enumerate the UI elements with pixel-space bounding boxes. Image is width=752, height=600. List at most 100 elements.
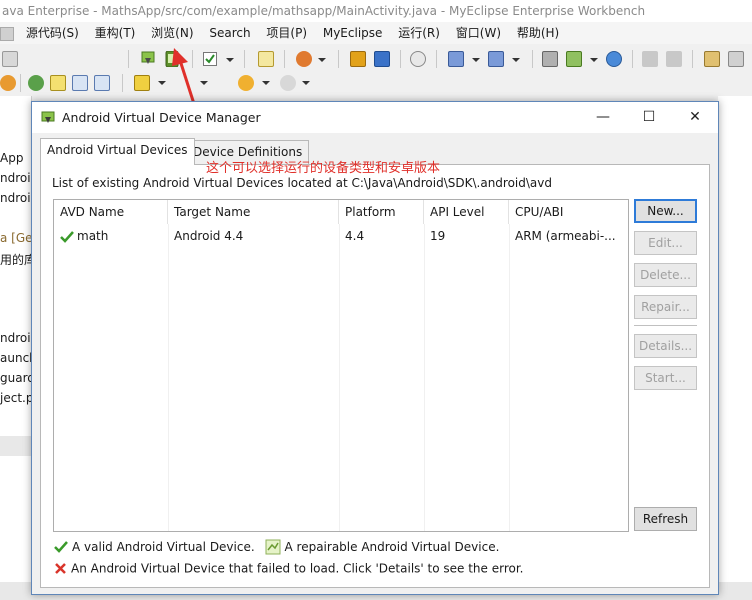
tree-item[interactable]: ject.p — [0, 391, 31, 405]
start-avd-button[interactable]: Start... — [634, 366, 697, 390]
tab-android-virtual-devices[interactable]: Android Virtual Devices — [40, 138, 195, 165]
cpu-abi-cell: ARM (armeabi-... — [515, 229, 616, 243]
debug-icon[interactable] — [0, 75, 16, 91]
menu-myeclipse[interactable]: MyEclipse — [317, 22, 389, 44]
deploy-icon[interactable] — [566, 51, 582, 67]
forward-arrow-icon[interactable] — [280, 75, 296, 91]
legend-valid: A valid Android Virtual Device. A repair… — [54, 539, 499, 555]
sdk-manager-icon[interactable] — [140, 51, 156, 67]
tree-item[interactable]: ndroidN — [0, 331, 31, 345]
menu-search[interactable]: Search — [203, 22, 256, 44]
legend-valid-text: A valid Android Virtual Device. — [72, 540, 255, 554]
highlight-icon[interactable] — [50, 75, 66, 91]
block-icon[interactable] — [72, 75, 88, 91]
legend-failed-text: An Android Virtual Device that failed to… — [71, 561, 524, 576]
valid-check-icon — [60, 230, 74, 243]
toolbar-separator — [122, 74, 123, 92]
menu-refactor[interactable]: 重构(T) — [89, 22, 142, 44]
tree-item[interactable]: 用的库 — [0, 251, 31, 268]
maximize-button[interactable]: ☐ — [626, 102, 672, 133]
cube-icon[interactable] — [374, 51, 390, 67]
toolbar-separator — [400, 50, 401, 68]
avd-table[interactable]: AVD Name Target Name Platform API Level … — [53, 199, 629, 532]
toolbar-separator — [338, 50, 339, 68]
tree-item[interactable]: aunch — [0, 351, 31, 365]
avd-name: math — [77, 229, 109, 243]
valid-check-icon — [54, 541, 68, 553]
run-icon[interactable] — [28, 75, 44, 91]
close-button[interactable]: ✕ — [672, 102, 718, 133]
chevron-down-icon[interactable] — [302, 81, 310, 85]
legend-repairable-text: A repairable Android Virtual Device. — [284, 540, 500, 554]
repairable-avd-icon — [265, 539, 280, 555]
column-header-cpu-abi[interactable]: CPU/ABI — [509, 200, 628, 224]
print-icon[interactable] — [2, 51, 18, 67]
toolbar-separator — [692, 50, 693, 68]
dialog-title: Android Virtual Device Manager — [62, 110, 261, 125]
toolbar-separator — [284, 50, 285, 68]
avd-tab-panel: List of existing Android Virtual Devices… — [40, 164, 710, 588]
platform-cell: 4.4 — [345, 229, 365, 243]
chevron-down-icon[interactable] — [262, 81, 270, 85]
column-header-avd-name[interactable]: AVD Name — [54, 200, 168, 224]
avd-manager-icon — [41, 111, 55, 123]
outline-tab[interactable] — [0, 436, 31, 456]
edit-icon[interactable] — [642, 51, 658, 67]
tree-item[interactable]: App — [0, 151, 23, 165]
menu-window[interactable]: 窗口(W) — [450, 22, 507, 44]
tree-item[interactable]: ndroid — [0, 191, 31, 205]
ide-title-bar: ava Enterprise - MathsApp/src/com/exampl… — [0, 0, 752, 22]
avd-location-label: List of existing Android Virtual Devices… — [52, 176, 552, 190]
wizard-icon[interactable] — [488, 51, 504, 67]
tree-item[interactable]: ndroid — [0, 171, 31, 185]
settings-icon[interactable] — [704, 51, 720, 67]
new-file-icon[interactable] — [258, 51, 274, 67]
ide-toolbar-secondary — [0, 72, 752, 94]
menu-source[interactable]: 源代码(S) — [20, 22, 85, 44]
globe-icon[interactable] — [606, 51, 622, 67]
button-separator — [634, 325, 697, 326]
column-header-target-name[interactable]: Target Name — [168, 200, 339, 224]
annotation-text: 这个可以选择运行的设备类型和安卓版本 — [206, 161, 441, 176]
package-icon[interactable] — [350, 51, 366, 67]
menu-navigate[interactable]: 浏览(N) — [145, 22, 199, 44]
chevron-down-icon[interactable] — [318, 58, 326, 62]
ide-menu-bar: 源代码(S) 重构(T) 浏览(N) Search 项目(P) MyEclips… — [0, 22, 752, 44]
tree-item[interactable]: a [Ger — [0, 231, 31, 245]
details-button[interactable]: Details... — [634, 334, 697, 358]
server-icon[interactable] — [410, 51, 426, 67]
menu-project[interactable]: 项目(P) — [260, 22, 313, 44]
refresh-button[interactable]: Refresh — [634, 507, 697, 531]
menu-help[interactable]: 帮助(H) — [511, 22, 565, 44]
wizard-icon[interactable] — [448, 51, 464, 67]
menu-run[interactable]: 运行(R) — [392, 22, 446, 44]
column-header-platform[interactable]: Platform — [339, 200, 424, 224]
minimize-button[interactable]: — — [580, 102, 626, 133]
column-divider — [339, 224, 340, 531]
column-divider — [424, 224, 425, 531]
network-icon[interactable] — [542, 51, 558, 67]
dialog-title-bar[interactable]: Android Virtual Device Manager — ☐ ✕ — [32, 102, 718, 133]
chevron-down-icon[interactable] — [158, 81, 166, 85]
web-project-icon[interactable] — [296, 51, 312, 67]
toolbar-separator — [20, 74, 21, 92]
chevron-down-icon[interactable] — [512, 58, 520, 62]
annotation-next-icon[interactable] — [134, 75, 150, 91]
edit-icon[interactable] — [666, 51, 682, 67]
ide-toolbar-main — [0, 46, 752, 72]
table-icon[interactable] — [728, 51, 744, 67]
chevron-down-icon[interactable] — [590, 58, 598, 62]
edit-avd-button[interactable]: Edit... — [634, 231, 697, 255]
back-arrow-icon[interactable] — [238, 75, 254, 91]
tree-item[interactable]: guard — [0, 371, 31, 385]
toolbar-separator — [632, 50, 633, 68]
repair-avd-button[interactable]: Repair... — [634, 295, 697, 319]
chevron-down-icon[interactable] — [472, 58, 480, 62]
paragraph-icon[interactable] — [94, 75, 110, 91]
editor-area — [718, 96, 752, 600]
toolbar-separator — [436, 50, 437, 68]
delete-avd-button[interactable]: Delete... — [634, 263, 697, 287]
column-header-api-level[interactable]: API Level — [424, 200, 509, 224]
avd-name-cell: math — [54, 224, 168, 248]
new-avd-button[interactable]: New... — [634, 199, 697, 223]
